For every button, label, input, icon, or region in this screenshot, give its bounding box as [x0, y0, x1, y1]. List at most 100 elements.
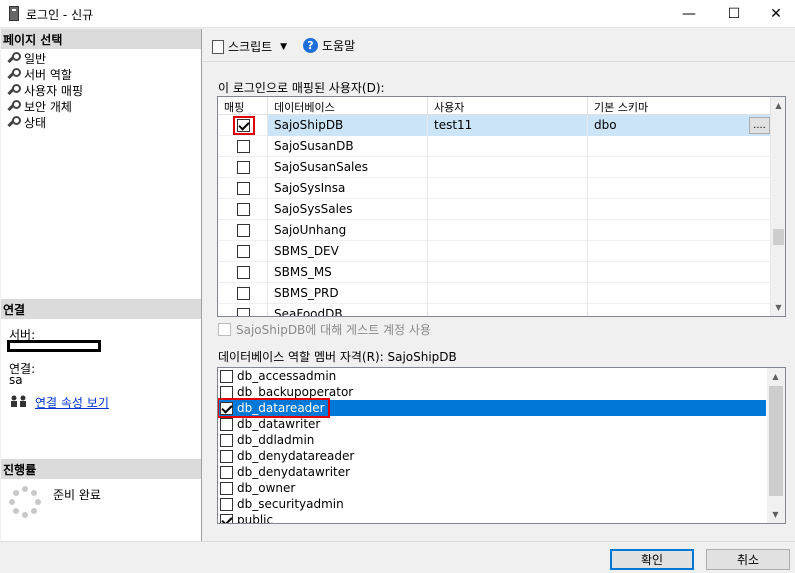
role-item[interactable]: db_ddladmin [218, 432, 766, 448]
schema-cell[interactable] [588, 178, 771, 199]
minimize-button[interactable]: — [666, 0, 712, 28]
database-cell[interactable]: SBMS_PRD [268, 283, 428, 304]
guest-account-option: SajoShipDB에 대해 게스트 계정 사용 [218, 321, 431, 338]
wrench-icon [6, 68, 21, 80]
table-row[interactable]: SBMS_PRD [218, 283, 771, 304]
mapped-checkbox[interactable] [237, 203, 250, 216]
user-cell[interactable] [428, 136, 588, 157]
user-cell[interactable] [428, 283, 588, 304]
schema-cell[interactable] [588, 283, 771, 304]
user-cell[interactable] [428, 157, 588, 178]
role-checkbox[interactable] [220, 497, 233, 511]
database-cell[interactable]: SBMS_DEV [268, 241, 428, 262]
scroll-thumb[interactable] [769, 386, 783, 496]
role-checkbox[interactable] [220, 369, 233, 383]
role-item[interactable]: db_securityadmin [218, 496, 766, 512]
scroll-down-icon[interactable]: ▼ [770, 299, 785, 316]
role-item[interactable]: db_accessadmin [218, 368, 766, 384]
mapped-cell [218, 115, 268, 136]
nav-item-status[interactable]: 상태 [6, 114, 46, 130]
mapped-checkbox[interactable] [237, 161, 250, 174]
role-checkbox[interactable] [220, 465, 233, 479]
nav-item-securables[interactable]: 보안 개체 [6, 98, 72, 114]
role-checkbox[interactable] [220, 385, 233, 399]
roles-scrollbar[interactable]: ▲ ▼ [767, 368, 785, 523]
mapped-checkbox[interactable] [237, 266, 250, 279]
user-cell[interactable]: test11 [428, 115, 588, 136]
user-mapping-grid[interactable]: 매핑 데이터베이스 사용자 기본 스키마 SajoShipDB test11 dbo… [217, 96, 786, 317]
user-cell[interactable] [428, 220, 588, 241]
table-row[interactable]: SajoSysSales [218, 199, 771, 220]
nav-item-label: 사용자 매핑 [24, 83, 84, 98]
mapped-checkbox[interactable] [237, 224, 250, 237]
mapped-checkbox[interactable] [237, 182, 250, 195]
mapped-cell [218, 262, 268, 283]
mapped-checkbox[interactable] [237, 245, 250, 258]
table-row[interactable]: SajoSusanSales [218, 157, 771, 178]
database-cell[interactable]: SBMS_MS [268, 262, 428, 283]
database-cell[interactable]: SajoSysSales [268, 199, 428, 220]
cancel-button[interactable]: 취소 [706, 549, 790, 570]
schema-cell[interactable] [588, 304, 771, 316]
nav-item-user-mapping[interactable]: 사용자 매핑 [6, 82, 83, 98]
database-cell[interactable]: SajoSusanSales [268, 157, 428, 178]
column-header-mapped[interactable]: 매핑 [218, 97, 268, 115]
table-row[interactable]: SBMS_DEV [218, 241, 771, 262]
table-row[interactable]: SajoShipDB test11 dbo.... [218, 115, 771, 136]
user-cell[interactable] [428, 304, 588, 316]
user-cell[interactable] [428, 199, 588, 220]
script-button[interactable]: 스크립트 ▼ [212, 38, 287, 55]
mapped-checkbox[interactable] [237, 140, 250, 153]
schema-cell[interactable]: dbo [588, 115, 771, 136]
nav-item-general[interactable]: 일반 [6, 50, 46, 66]
role-item[interactable]: public [218, 512, 766, 523]
schema-cell[interactable] [588, 262, 771, 283]
table-row[interactable]: SajoUnhang [218, 220, 771, 241]
ok-button[interactable]: 확인 [610, 549, 694, 570]
table-row[interactable]: SeaFoodDB [218, 304, 771, 316]
schema-browse-button[interactable]: .... [749, 117, 770, 134]
role-item[interactable]: db_datawriter [218, 416, 766, 432]
database-cell[interactable]: SeaFoodDB [268, 304, 428, 316]
column-header-user[interactable]: 사용자 [428, 97, 588, 115]
role-checkbox[interactable] [220, 417, 233, 431]
database-cell[interactable]: SajoUnhang [268, 220, 428, 241]
schema-cell[interactable] [588, 199, 771, 220]
user-cell[interactable] [428, 262, 588, 283]
user-cell[interactable] [428, 241, 588, 262]
table-row[interactable]: SajoSysInsa [218, 178, 771, 199]
nav-item-server-roles[interactable]: 서버 역할 [6, 66, 72, 82]
scroll-up-icon[interactable]: ▲ [770, 97, 785, 114]
table-row[interactable]: SajoSusanDB [218, 136, 771, 157]
database-cell[interactable]: SajoSusanDB [268, 136, 428, 157]
column-header-default-schema[interactable]: 기본 스키마 [588, 97, 771, 115]
table-row[interactable]: SBMS_MS [218, 262, 771, 283]
role-checkbox[interactable] [220, 433, 233, 447]
scroll-thumb[interactable] [773, 229, 784, 245]
user-cell[interactable] [428, 178, 588, 199]
schema-cell[interactable] [588, 241, 771, 262]
maximize-button[interactable]: ☐ [711, 0, 757, 28]
scroll-up-icon[interactable]: ▲ [767, 368, 784, 385]
scroll-down-icon[interactable]: ▼ [767, 506, 784, 523]
mapped-checkbox[interactable] [237, 308, 250, 316]
role-item[interactable]: db_owner [218, 480, 766, 496]
role-membership-list[interactable]: db_accessadmin db_backupoperator db_datare… [217, 367, 786, 524]
grid-scrollbar[interactable]: ▲ ▼ [770, 97, 785, 316]
role-checkbox[interactable] [220, 481, 233, 495]
view-connection-properties-link[interactable]: 연결 속성 보기 [35, 394, 109, 411]
role-item[interactable]: db_denydatareader [218, 448, 766, 464]
role-item[interactable]: db_datareader [218, 398, 766, 418]
schema-cell[interactable] [588, 136, 771, 157]
database-cell[interactable]: SajoSysInsa [268, 178, 428, 199]
schema-cell[interactable] [588, 157, 771, 178]
role-item[interactable]: db_denydatawriter [218, 464, 766, 480]
close-button[interactable]: ✕ [757, 0, 795, 28]
role-checkbox[interactable] [220, 449, 233, 463]
database-cell[interactable]: SajoShipDB [268, 115, 428, 136]
column-header-database[interactable]: 데이터베이스 [268, 97, 428, 115]
help-button[interactable]: ? 도움말 [303, 37, 355, 54]
schema-cell[interactable] [588, 220, 771, 241]
role-checkbox[interactable] [220, 513, 233, 523]
mapped-checkbox[interactable] [237, 287, 250, 300]
